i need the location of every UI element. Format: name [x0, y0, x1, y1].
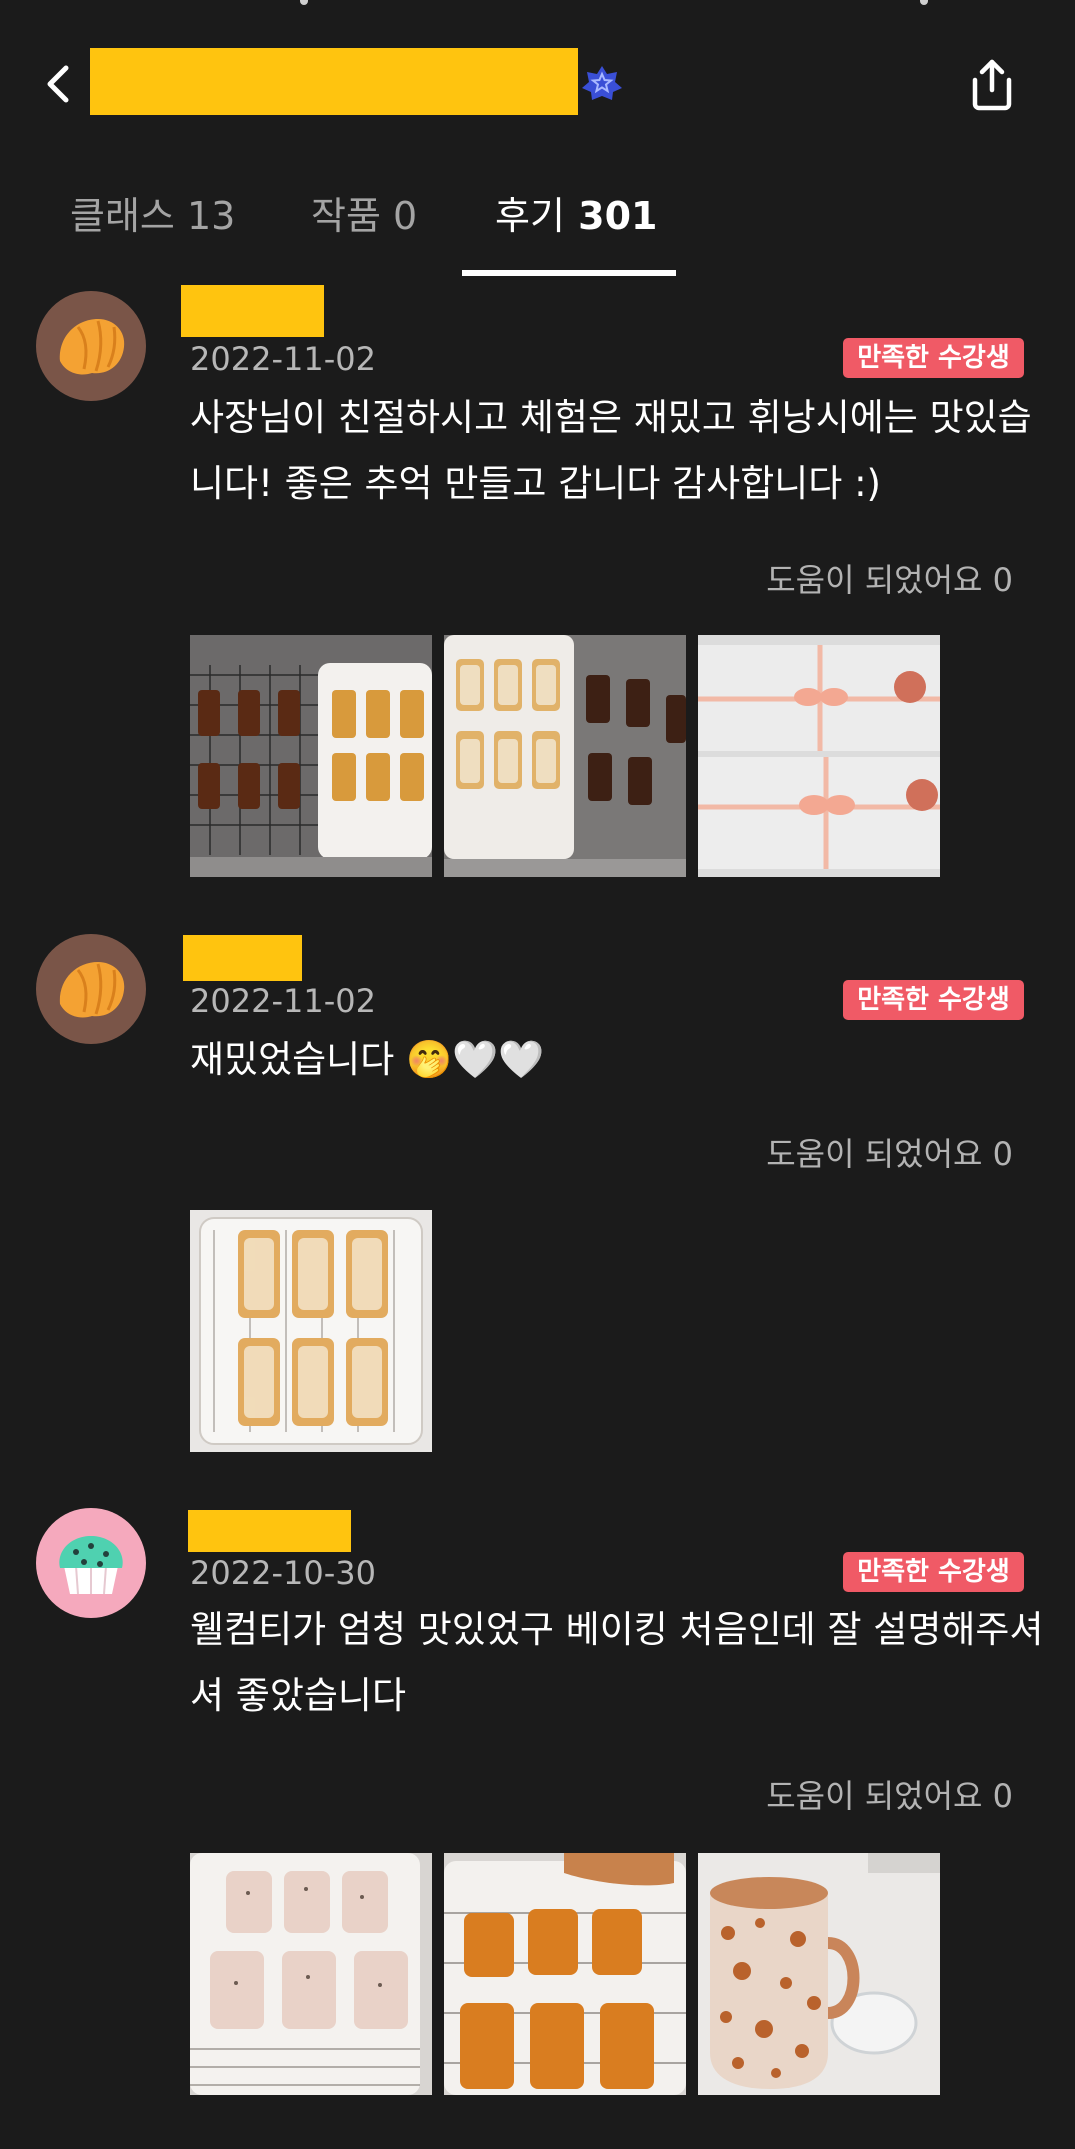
review-date: 2022-10-30 [190, 1554, 376, 1592]
review-item: 2022-10-30 만족한 수강생 웰컴티가 엄청 맛있었구 베이킹 처음인데… [0, 1508, 1075, 2108]
tab-label: 작품 [311, 194, 381, 238]
satisfied-student-badge: 만족한 수강생 [843, 1552, 1024, 1592]
app-header [0, 30, 1075, 140]
helpful-button[interactable]: 도움이 되었어요 0 [766, 555, 1013, 601]
baked-financiers-photo [444, 1853, 686, 2095]
satisfied-student-badge: 만족한 수강생 [843, 338, 1024, 378]
review-text: 웰컴티가 엄청 맛있었구 베이킹 처음인데 잘 설명해주셔셔 좋았습니다 [190, 1608, 1044, 1717]
status-indicator [920, 0, 928, 5]
review-photo[interactable] [698, 1853, 940, 2095]
review-item: 2022-11-02 만족한 수강생 사장님이 친절하시고 체험은 재밌고 휘낭… [0, 285, 1075, 885]
page-title [90, 48, 578, 115]
reviews-page: 클래스 13 작품 0 후기 301 2022-11-02 만족한 수강생 사장… [0, 0, 1075, 2149]
iced-financiers-photo [190, 1853, 432, 2095]
tab-label: 클래스 [70, 194, 175, 238]
tab-bar: 클래스 13 작품 0 후기 301 [0, 176, 1075, 278]
reviewer-name-redaction [183, 935, 302, 981]
review-photo[interactable] [190, 635, 432, 877]
glazed-financiers-tray-photo [190, 1210, 432, 1452]
status-bar [0, 0, 1075, 10]
active-tab-indicator [462, 270, 676, 276]
reviewer-name-redaction [188, 1510, 351, 1552]
croissant-icon [36, 934, 146, 1044]
helpful-button[interactable]: 도움이 되었어요 0 [766, 1129, 1013, 1175]
review-item: 2022-11-02 만족한 수강생 재밌었습니다 🤭🤍🤍 도움이 되었어요 0 [0, 932, 1075, 1452]
tab-count: 301 [578, 194, 658, 238]
review-photo[interactable] [190, 1210, 432, 1452]
croissant-icon [36, 291, 146, 401]
review-date: 2022-11-02 [190, 982, 376, 1020]
tab-label: 후기 [495, 194, 565, 238]
share-icon [972, 59, 1012, 111]
tab-reviews[interactable]: 후기 301 [495, 176, 657, 278]
tab-count: 13 [186, 194, 236, 238]
review-text: 사장님이 친절하시고 체험은 재밌고 휘낭시에는 맛있습니다! 좋은 추억 만들… [190, 396, 1032, 505]
speckled-mug-photo [698, 1853, 940, 2095]
reviewer-name-redaction [181, 285, 324, 337]
review-photo[interactable] [190, 1853, 432, 2095]
financiers-on-rack-photo [190, 635, 432, 877]
review-text: 재밌었습니다 🤭🤍🤍 [190, 1038, 545, 1081]
reviewer-avatar[interactable] [36, 291, 146, 401]
helpful-button[interactable]: 도움이 되었어요 0 [766, 1771, 1013, 1817]
gift-boxes-photo [698, 635, 940, 877]
review-photo[interactable] [444, 635, 686, 877]
cupcake-icon [36, 1508, 146, 1618]
glazed-financiers-photo [444, 635, 686, 877]
chevron-left-icon [47, 65, 69, 103]
reviewer-avatar[interactable] [36, 934, 146, 1044]
review-photos [190, 1853, 940, 2095]
review-photo[interactable] [444, 1853, 686, 2095]
back-button[interactable] [36, 54, 86, 114]
status-indicator [300, 0, 308, 5]
share-button[interactable] [966, 56, 1018, 112]
tab-classes[interactable]: 클래스 13 [70, 176, 235, 278]
review-photos [190, 1210, 432, 1452]
reviewer-avatar[interactable] [36, 1508, 146, 1618]
satisfied-student-badge: 만족한 수강생 [843, 980, 1024, 1020]
tab-count: 0 [393, 194, 418, 238]
tab-works[interactable]: 작품 0 [311, 176, 417, 278]
review-photos [190, 635, 940, 877]
review-date: 2022-11-02 [190, 340, 376, 378]
review-photo[interactable] [698, 635, 940, 877]
verified-badge-icon [582, 66, 622, 100]
